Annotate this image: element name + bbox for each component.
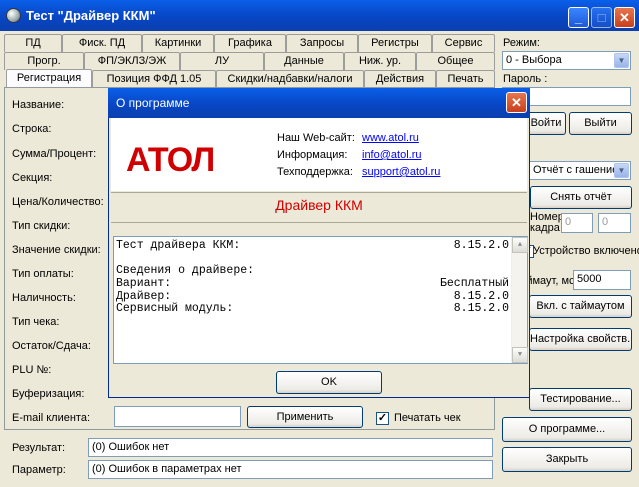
svg-text:АТОЛ: АТОЛ [126,142,214,176]
label-payment-type: Тип оплаты: [12,268,74,280]
label-buffering: Буферизация: [12,388,85,400]
report-type-value: Отчёт с гашением [533,164,626,176]
scroll-up-icon[interactable]: ▲ [512,237,528,253]
apply-button[interactable]: Применить [247,406,363,428]
scroll-down-icon[interactable]: ▼ [512,347,528,363]
frame-from-input[interactable]: 0 [561,213,593,233]
result-field: (0) Ошибок нет [88,438,493,457]
support-link[interactable]: support@atol.ru [362,166,440,178]
label-price: Цена/Количество: [12,196,104,208]
memo-scrollbar[interactable]: ▲ ▼ [511,237,528,363]
close-window-button[interactable]: ✕ [614,7,635,28]
print-check-label: Печатать чек [394,412,461,424]
memo-line: Вариант: [116,277,172,290]
tab-registers[interactable]: Регистры [358,34,432,52]
close-dialog-button[interactable]: ✕ [506,92,527,113]
memo-value: 8.15.2.0 [453,302,509,315]
tab-fp-eklz[interactable]: ФП/ЭКЛЗ/ЭЖ [84,52,180,70]
param-label: Параметр: [12,464,66,476]
timeout-input[interactable]: 5000 [573,270,631,290]
result-label: Результат: [12,442,66,454]
label-name: Название: [12,99,65,111]
remove-report-button[interactable]: Снять отчёт [530,186,632,209]
label-sum: Сумма/Процент: [12,148,97,160]
website-link[interactable]: www.atol.ru [362,132,419,144]
param-field: (0) Ошибок в параметрах нет [88,460,493,479]
label-plu: PLU №: [12,364,52,376]
memo-line: Тест драйвера ККМ: [116,239,241,252]
timeout-enable-button[interactable]: Вкл. с таймаутом [529,295,632,318]
mode-value: 0 - Выбора [506,54,562,66]
mode-label: Режим: [503,37,540,49]
tab-position-ffd[interactable]: Позиция ФФД 1.05 [92,70,216,88]
tab-lu[interactable]: ЛУ [180,52,264,70]
tab-graphics[interactable]: Графика [214,34,286,52]
driver-info-memo[interactable]: Тест драйвера ККМ: 8.15.2.0 Сведения о д… [113,236,528,364]
enter-button[interactable]: Войти [526,112,566,135]
label-line: Строка: [12,123,52,135]
tab-queries[interactable]: Запросы [286,34,358,52]
tab-pictures[interactable]: Картинки [142,34,214,52]
chevron-down-icon[interactable]: ▼ [614,53,629,68]
minimize-button[interactable]: _ [568,7,589,28]
label-discount-type: Тип скидки: [12,220,71,232]
window-title: Тест "Драйвер ККМ" [26,8,156,23]
info-link[interactable]: info@atol.ru [362,149,421,161]
print-check-checkbox[interactable]: ✓ [376,412,389,425]
password-label: Пароль : [503,73,548,85]
tab-fisk-pd[interactable]: Фиск. ПД [62,34,142,52]
close-button[interactable]: Закрыть [502,447,632,472]
tab-registration[interactable]: Регистрация [6,69,92,88]
memo-line: Сервисный модуль: [116,302,234,315]
app-icon [6,8,21,23]
about-dialog-title: О программе [116,96,190,110]
memo-value: Бесплатный [439,277,509,290]
maximize-button[interactable]: □ [591,7,612,28]
divider [111,222,527,223]
about-dialog-title-bar[interactable]: О программе ✕ [108,88,530,118]
label-cash: Наличность: [12,292,76,304]
tab-general[interactable]: Общее [416,52,495,70]
device-enabled-label: Устройство включено [533,245,639,257]
label-change: Остаток/Сдача: [12,340,91,352]
frame-to-input[interactable]: 0 [598,213,631,233]
tab-discounts[interactable]: Скидки/надбавки/налоги [216,70,364,88]
website-label: Наш Web-сайт: [277,132,355,144]
tab-progr[interactable]: Прогр. [4,52,84,70]
tab-service[interactable]: Сервис [432,34,495,52]
mode-select[interactable]: 0 - Выбора ▼ [502,51,631,70]
frame-label: кадра [530,222,560,234]
ok-button[interactable]: OK [276,371,382,394]
label-section: Секция: [12,172,53,184]
tab-data[interactable]: Данные [264,52,344,70]
tab-print[interactable]: Печать [436,70,495,88]
label-check-type: Тип чека: [12,316,60,328]
chevron-down-icon[interactable]: ▼ [614,163,629,178]
support-label: Техподдержка: [277,166,353,178]
main-title-bar[interactable]: Тест "Драйвер ККМ" _ □ ✕ [0,0,639,31]
tab-actions[interactable]: Действия [364,70,436,88]
tab-pd[interactable]: ПД [4,34,62,52]
tab-low-level[interactable]: Ниж. ур. [344,52,416,70]
label-discount-value: Значение скидки: [12,244,101,256]
memo-line: Сведения о драйвере: [116,264,255,277]
product-name: Драйвер ККМ [275,197,363,213]
label-email: E-mail клиента: [12,412,91,424]
testing-button[interactable]: Тестирование... [529,388,632,411]
divider [111,192,527,193]
properties-button[interactable]: Настройка свойств... [529,328,632,351]
atol-logo-icon: АТОЛ [126,142,215,176]
about-button[interactable]: О программе... [502,417,632,442]
info-label: Информация: [277,149,348,161]
exit-button[interactable]: Выйти [569,112,632,135]
report-type-select[interactable]: Отчёт с гашением ▼ [529,161,631,180]
memo-value: 8.15.2.0 [453,239,509,252]
about-header: АТОЛ Наш Web-сайт: www.atol.ru Информаци… [111,118,527,191]
email-input[interactable] [114,406,241,427]
